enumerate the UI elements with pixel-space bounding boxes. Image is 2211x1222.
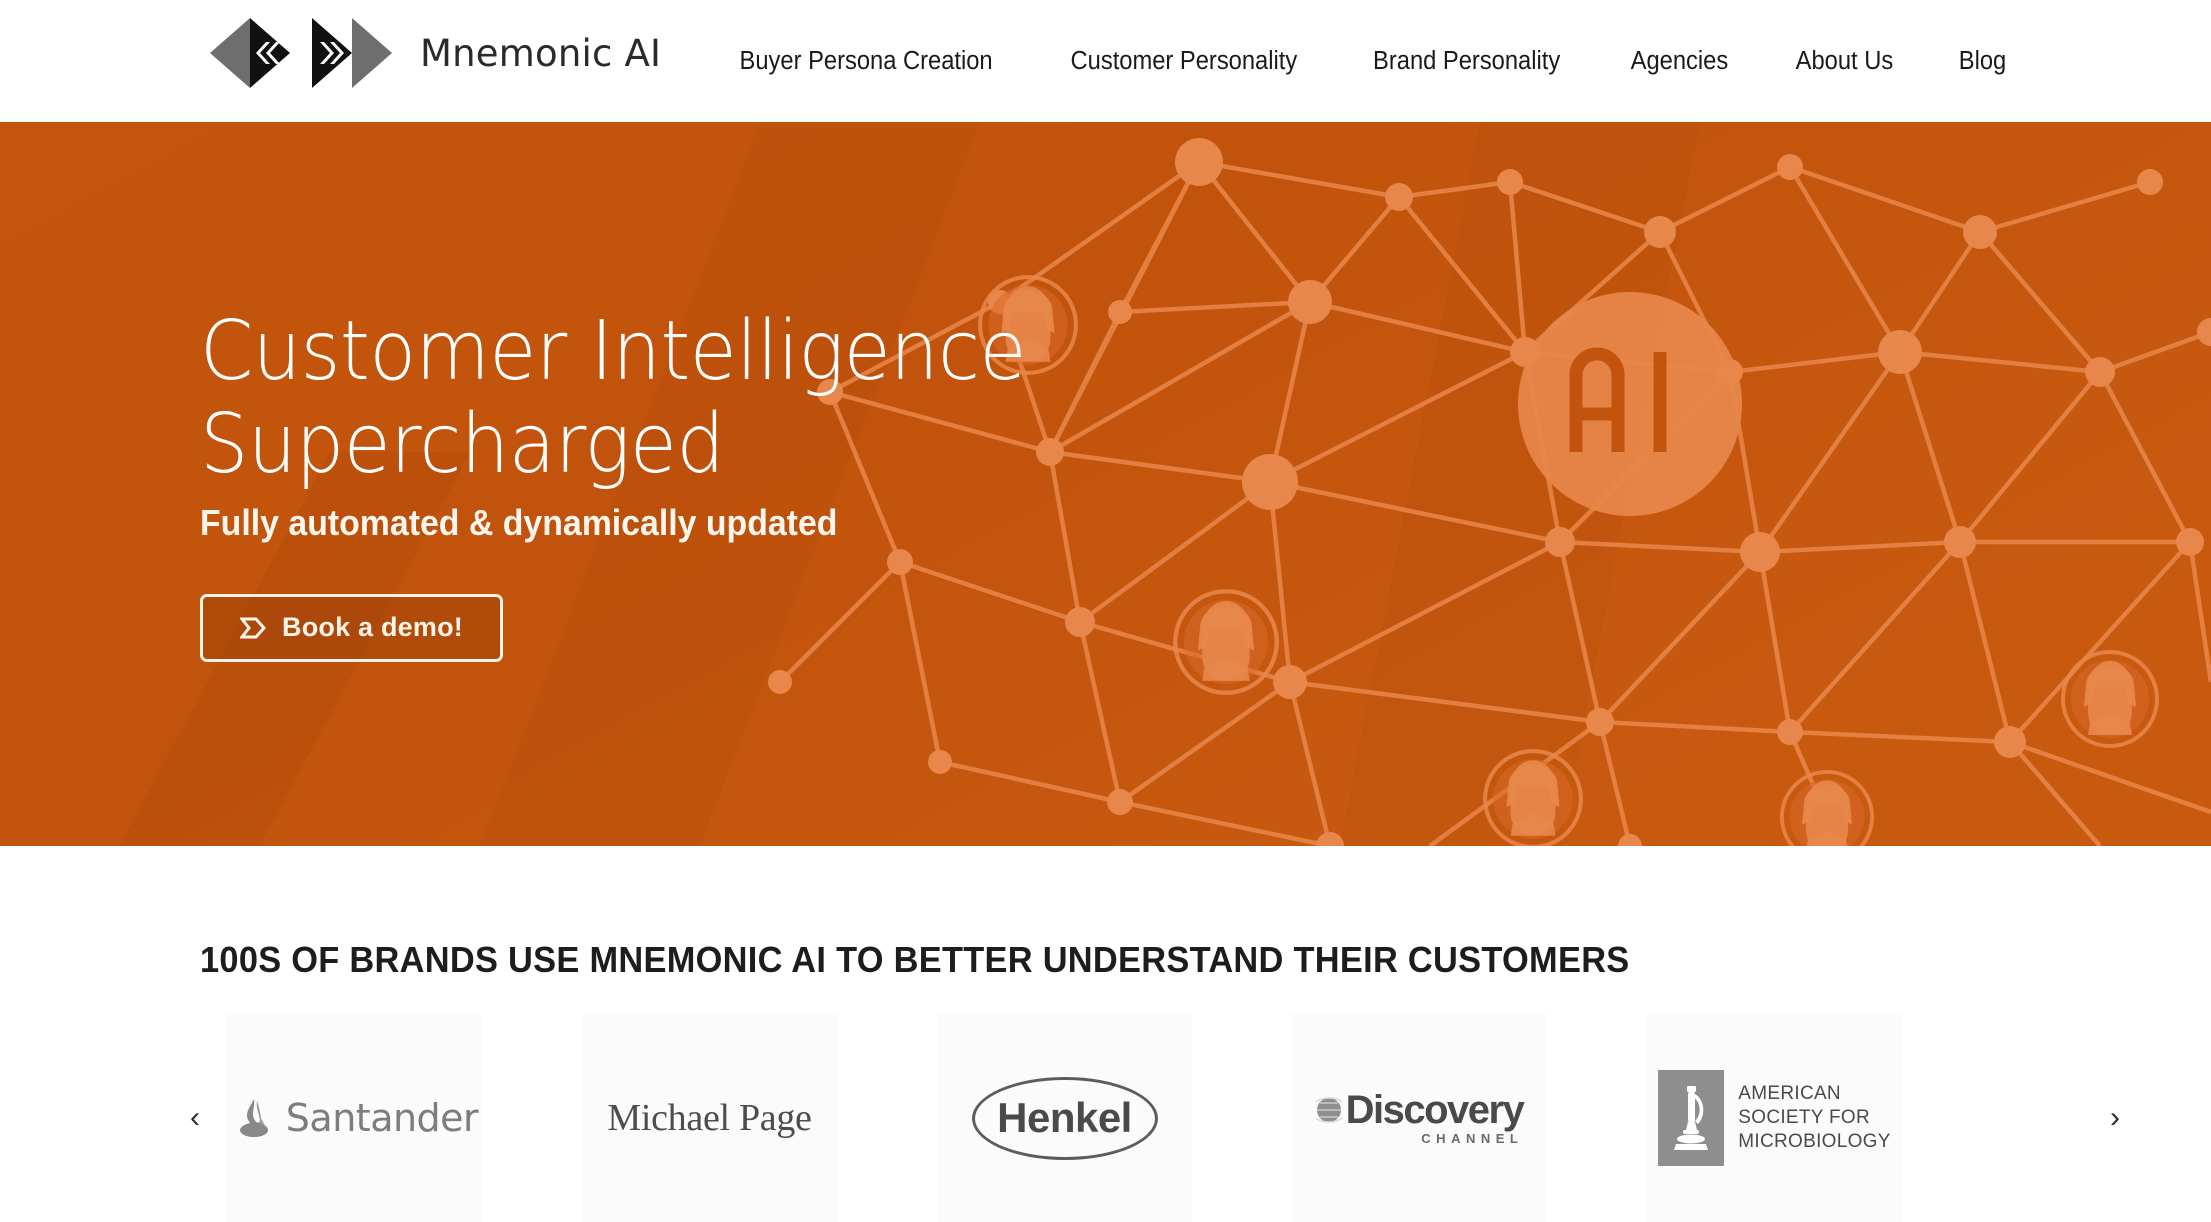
asm-logo-text: AMERICAN SOCIETY FOR MICROBIOLOGY xyxy=(1738,1082,1890,1155)
hero-title: Customer Intelligence Supercharged xyxy=(200,306,1026,491)
discovery-globe-icon xyxy=(1315,1096,1342,1123)
brands-section: 100S OF BRANDS USE MNEMONIC AI TO BETTER… xyxy=(0,846,2211,1222)
brand-logo-text: Mnemonic AI xyxy=(420,31,662,75)
carousel-track: Santander Michael Page Henkel Discovery … xyxy=(227,1014,2045,1222)
nav-item-brand-personality[interactable]: Brand Personality xyxy=(1345,47,1588,76)
hero-section: Customer Intelligence Supercharged Fully… xyxy=(0,122,2211,846)
avatar-icon-3 xyxy=(1485,751,1581,846)
mnemonic-chevrons-logo-icon xyxy=(210,18,392,88)
asm-logo-line-3: MICROBIOLOGY xyxy=(1738,1131,1891,1153)
microscope-icon xyxy=(1658,1070,1725,1166)
nav-item-blog[interactable]: Blog xyxy=(1931,47,2034,76)
asm-logo-line-1: AMERICAN xyxy=(1738,1082,1841,1104)
asm-logo-line-2: SOCIETY FOR xyxy=(1738,1106,1871,1128)
brands-title: 100S OF BRANDS USE MNEMONIC AI TO BETTER… xyxy=(200,939,1630,980)
michael-page-logo-text: Michael Page xyxy=(607,1097,812,1139)
nav-item-customer-personality[interactable]: Customer Personality xyxy=(1043,47,1326,76)
brand-logo-discovery-channel[interactable]: Discovery CHANNEL xyxy=(1292,1014,1547,1222)
nav-item-agencies[interactable]: Agencies xyxy=(1603,47,1756,76)
santander-logo-text: Santander xyxy=(285,1096,479,1140)
avatar-icon-5 xyxy=(2061,650,2159,748)
carousel-next-arrow-icon[interactable]: › xyxy=(2095,1014,2135,1222)
book-a-demo-button[interactable]: Book a demo! xyxy=(200,593,503,662)
hero-title-line-1: Customer Intelligence xyxy=(200,304,1026,400)
brand-logo-michael-page[interactable]: Michael Page xyxy=(582,1014,837,1222)
discovery-logo-text: Discovery xyxy=(1345,1087,1525,1132)
brand-logo-american-society-for-microbiology[interactable]: AMERICAN SOCIETY FOR MICROBIOLOGY xyxy=(1647,1014,1902,1222)
discovery-logo-subtext: CHANNEL xyxy=(1421,1130,1524,1146)
site-header: Mnemonic AI Buyer Persona Creation Custo… xyxy=(0,0,2211,122)
ai-badge-icon xyxy=(1518,292,1742,516)
hero-content: Customer Intelligence Supercharged Fully… xyxy=(200,122,1088,846)
carousel-prev-arrow-icon[interactable]: ‹ xyxy=(175,1014,215,1222)
hero-subtitle: Fully automated & dynamically updated xyxy=(200,501,838,543)
nav-item-about-us[interactable]: About Us xyxy=(1768,47,1921,76)
hero-title-line-2: Supercharged xyxy=(200,397,725,492)
nav-item-buyer-persona-creation[interactable]: Buyer Persona Creation xyxy=(712,47,1021,76)
brand-logo[interactable]: Mnemonic AI xyxy=(208,8,661,98)
book-a-demo-label: Book a demo! xyxy=(282,612,463,643)
avatar-icon-2 xyxy=(1175,591,1277,693)
main-navigation: Buyer Persona Creation Customer Personal… xyxy=(700,0,2038,122)
arrow-pennant-icon xyxy=(240,617,267,639)
santander-flame-icon xyxy=(239,1099,268,1137)
henkel-logo-text: Henkel xyxy=(997,1094,1132,1141)
brand-logo-santander[interactable]: Santander xyxy=(227,1014,482,1222)
brand-logo-henkel[interactable]: Henkel xyxy=(937,1014,1192,1222)
henkel-ellipse-icon: Henkel xyxy=(971,1076,1158,1160)
brand-logo-carousel: ‹ Santander Michael Page Henkel Discover… xyxy=(175,1014,2120,1222)
avatar-icon-4 xyxy=(1779,769,1875,846)
